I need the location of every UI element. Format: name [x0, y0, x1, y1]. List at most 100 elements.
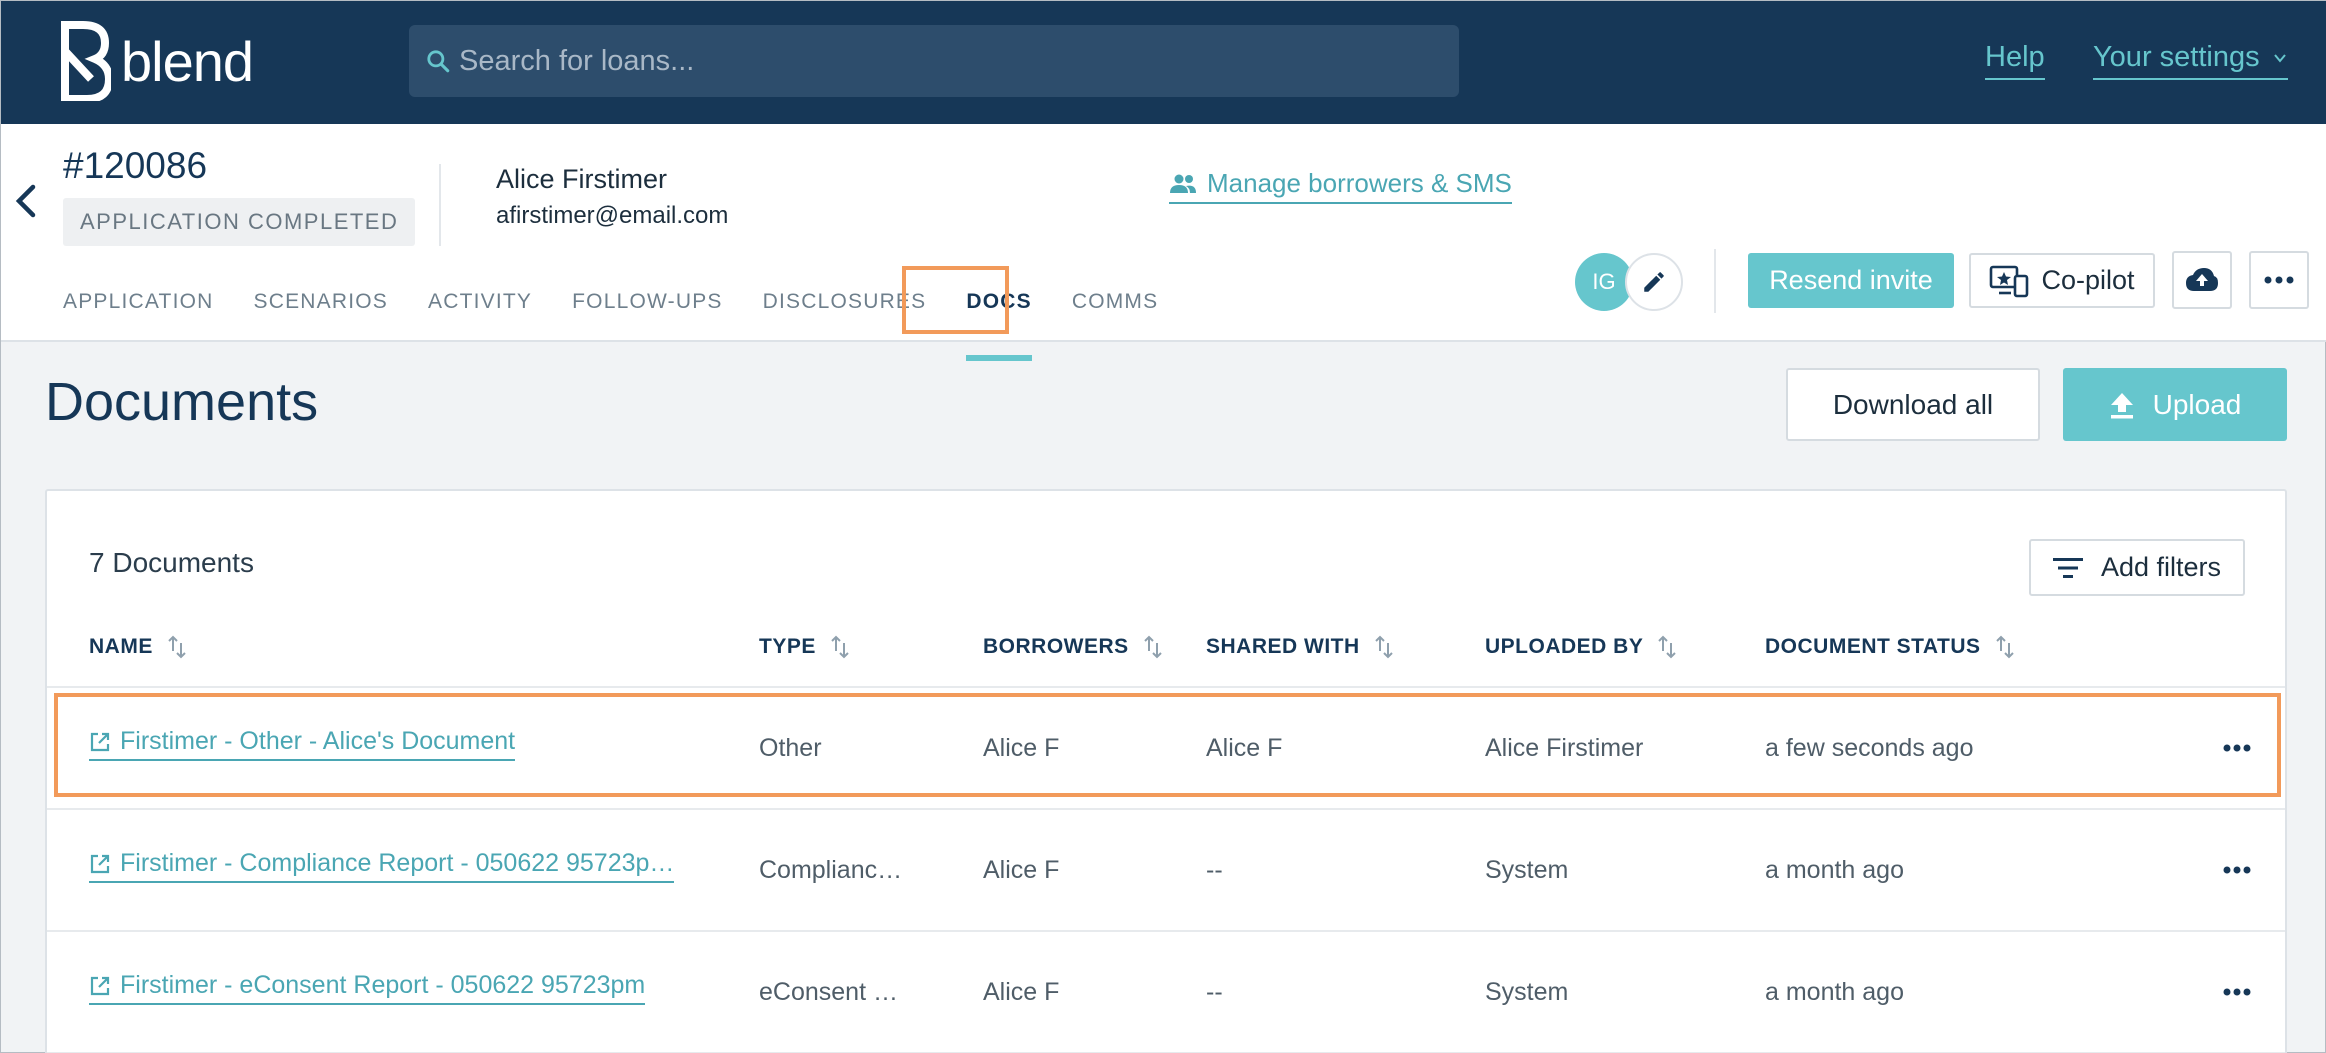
- table-row: Firstimer - Other - Alice's Document Oth…: [47, 688, 2285, 810]
- borrower-name: Alice Firstimer: [496, 164, 668, 194]
- external-link-icon: [90, 732, 110, 751]
- document-shared-with: --: [1206, 977, 1223, 1006]
- external-link-icon: [90, 854, 110, 873]
- document-name: Firstimer - Compliance Report - 050622 9…: [120, 849, 675, 877]
- search-icon: [427, 50, 450, 73]
- tab-disclosures[interactable]: DISCLOSURES: [763, 290, 927, 314]
- column-header-borrowers[interactable]: BORROWERS: [983, 635, 1163, 659]
- row-more-button[interactable]: [2217, 980, 2257, 1004]
- copilot-button[interactable]: Co-pilot: [1969, 253, 2155, 308]
- column-header-label: SHARED WITH: [1206, 635, 1360, 658]
- document-uploaded-by: System: [1485, 855, 1569, 884]
- tab-scenarios[interactable]: SCENARIOS: [254, 290, 389, 314]
- document-borrowers: Alice F: [983, 977, 1060, 1006]
- divider: [439, 164, 441, 246]
- people-icon: [1170, 174, 1196, 193]
- document-type: Other: [759, 733, 822, 762]
- download-all-button[interactable]: Download all: [1786, 368, 2040, 441]
- blend-logo[interactable]: blend: [61, 21, 254, 101]
- column-header-uploaded-by[interactable]: UPLOADED BY: [1485, 635, 1677, 659]
- document-count: 7 Documents: [89, 547, 254, 578]
- resend-invite-button[interactable]: Resend invite: [1748, 253, 1954, 308]
- documents-table-card: 7 Documents Add filters NAME TYPE BORROW…: [45, 489, 2287, 1053]
- column-header-label: TYPE: [759, 635, 816, 658]
- external-link-icon: [90, 976, 110, 995]
- document-link[interactable]: Firstimer - Other - Alice's Document: [89, 727, 516, 761]
- sort-icon: [1658, 635, 1677, 659]
- help-link[interactable]: Help: [1985, 41, 2045, 80]
- cloud-upload-button[interactable]: [2172, 251, 2232, 309]
- sort-icon: [831, 635, 849, 659]
- column-header-type[interactable]: TYPE: [759, 635, 850, 659]
- sort-icon: [1374, 635, 1393, 659]
- manage-borrowers-link[interactable]: Manage borrowers & SMS: [1169, 168, 1512, 204]
- sort-icon: [168, 635, 186, 659]
- tab-docs[interactable]: DOCS: [966, 290, 1033, 361]
- more-horizontal-icon: [2264, 276, 2294, 284]
- document-link[interactable]: Firstimer - eConsent Report - 050622 957…: [89, 971, 646, 1005]
- document-type: eConsent …: [759, 977, 898, 1006]
- more-horizontal-icon: [2223, 988, 2251, 996]
- top-navigation-bar: blend Help Your settings: [1, 1, 2326, 124]
- filter-icon: [2052, 557, 2083, 578]
- add-filters-label: Add filters: [2100, 552, 2222, 582]
- copilot-icon: [1990, 265, 2029, 297]
- column-header-name[interactable]: NAME: [89, 635, 187, 659]
- tab-activity[interactable]: ACTIVITY: [428, 290, 532, 314]
- column-header-document-status[interactable]: DOCUMENT STATUS: [1765, 635, 2015, 659]
- more-horizontal-icon: [2223, 866, 2251, 874]
- sort-icon: [1995, 635, 2014, 659]
- document-type: Complianc…: [759, 855, 903, 884]
- column-header-shared-with[interactable]: SHARED WITH: [1206, 635, 1394, 659]
- loan-tabs: APPLICATION SCENARIOS ACTIVITY FOLLOW-UP…: [63, 290, 1198, 361]
- settings-menu[interactable]: Your settings: [2093, 41, 2288, 80]
- column-header-label: UPLOADED BY: [1485, 635, 1644, 658]
- sort-icon: [1143, 635, 1162, 659]
- document-shared-with: Alice F: [1206, 733, 1283, 762]
- settings-label: Your settings: [2093, 41, 2260, 73]
- edit-button[interactable]: [1625, 253, 1683, 311]
- document-status: a few seconds ago: [1765, 733, 1974, 762]
- row-more-button[interactable]: [2217, 858, 2257, 882]
- document-borrowers: Alice F: [983, 733, 1060, 762]
- status-badge: APPLICATION COMPLETED: [63, 198, 416, 246]
- more-options-button[interactable]: [2249, 251, 2309, 309]
- upload-label: Upload: [2152, 388, 2242, 420]
- table-row: Firstimer - eConsent Report - 050622 957…: [47, 932, 2285, 1053]
- row-more-button[interactable]: [2217, 736, 2257, 760]
- brand-name: blend: [121, 29, 254, 93]
- page-title: Documents: [45, 372, 319, 432]
- cloud-upload-icon: [2186, 268, 2218, 291]
- upload-icon: [2110, 392, 2133, 418]
- loan-header: #120086 APPLICATION COMPLETED Alice Firs…: [1, 124, 2326, 361]
- column-header-label: DOCUMENT STATUS: [1765, 635, 1981, 658]
- copilot-label: Co-pilot: [2041, 265, 2135, 295]
- loan-number: #120086: [63, 145, 208, 186]
- chevron-down-icon: [2273, 53, 2286, 63]
- upload-button[interactable]: Upload: [2063, 368, 2287, 441]
- document-shared-with: --: [1206, 855, 1223, 884]
- column-header-label: NAME: [89, 635, 153, 658]
- table-row: Firstimer - Compliance Report - 050622 9…: [47, 810, 2285, 932]
- document-link[interactable]: Firstimer - Compliance Report - 050622 9…: [89, 849, 675, 883]
- document-uploaded-by: System: [1485, 977, 1569, 1006]
- tab-comms[interactable]: COMMS: [1072, 290, 1159, 314]
- document-name: Firstimer - eConsent Report - 050622 957…: [120, 971, 646, 999]
- borrower-email: afirstimer@email.com: [496, 202, 729, 229]
- manage-borrowers-label: Manage borrowers & SMS: [1207, 168, 1512, 198]
- document-uploaded-by: Alice Firstimer: [1485, 733, 1644, 762]
- document-status: a month ago: [1765, 855, 1904, 884]
- back-chevron-icon[interactable]: [13, 181, 39, 221]
- divider: [1714, 249, 1716, 313]
- search-bar[interactable]: [409, 25, 1459, 97]
- document-name: Firstimer - Other - Alice's Document: [120, 727, 516, 755]
- add-filters-button[interactable]: Add filters: [2029, 539, 2245, 596]
- pencil-icon: [1644, 272, 1664, 292]
- blend-logo-icon: [61, 21, 111, 101]
- document-status: a month ago: [1765, 977, 1904, 1006]
- more-horizontal-icon: [2223, 744, 2251, 752]
- document-borrowers: Alice F: [983, 855, 1060, 884]
- tab-follow-ups[interactable]: FOLLOW-UPS: [572, 290, 722, 314]
- tab-application[interactable]: APPLICATION: [63, 290, 214, 314]
- search-input[interactable]: [459, 44, 1439, 78]
